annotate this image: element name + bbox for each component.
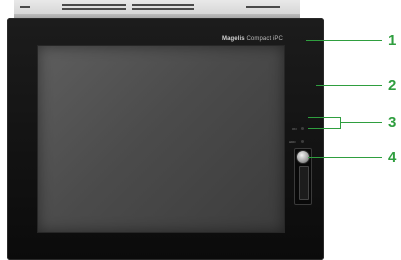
callout-4: 4 <box>388 149 397 166</box>
callout-1-leader <box>306 40 382 41</box>
key-slot <box>299 166 309 200</box>
product-illustration: Magelis Compact iPC ON HDD 1 2 3 4 <box>0 0 401 260</box>
led-label-top: ON <box>292 127 297 131</box>
callout-2: 2 <box>388 77 397 94</box>
callout-3-bracket <box>340 117 341 129</box>
brand-label: Magelis Compact iPC <box>222 36 283 42</box>
led-label-bottom: HDD <box>289 140 296 144</box>
callout-1: 1 <box>388 32 397 49</box>
callout-2-leader <box>316 85 382 86</box>
brand-name-bold: Magelis <box>222 36 245 42</box>
status-led-top <box>301 127 304 130</box>
callout-3-leader-bottom <box>308 128 341 129</box>
callout-3-leader-top <box>308 117 341 118</box>
status-led-bottom <box>301 140 304 143</box>
lcd-screen <box>37 45 285 233</box>
callout-3-leader <box>340 122 382 123</box>
brand-name-rest: Compact iPC <box>246 36 283 42</box>
callout-3: 3 <box>388 114 397 131</box>
callout-4-leader <box>308 157 382 158</box>
